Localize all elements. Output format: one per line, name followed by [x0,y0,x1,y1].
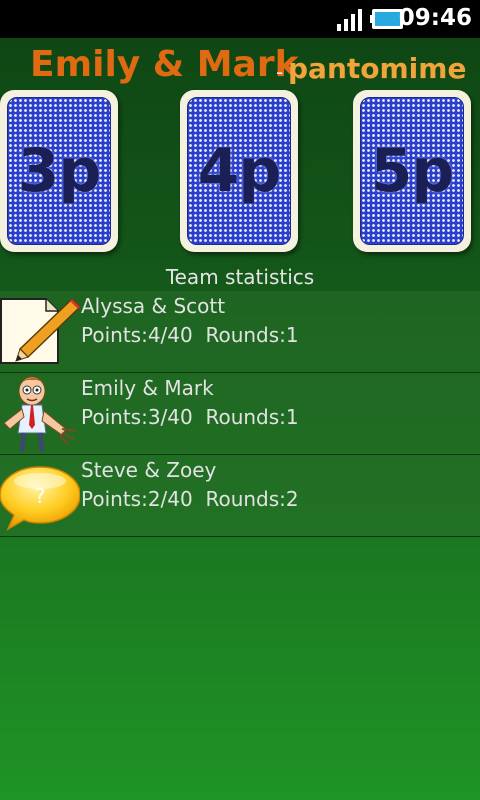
team-name: Steve & Zoey [81,458,217,482]
list-item[interactable]: Emily & Mark Points:3/40 Rounds:1 [0,373,480,455]
team-name: Alyssa & Scott [81,294,226,318]
card-5-points[interactable]: 5p [353,90,471,252]
team-name: Emily & Mark [81,376,214,400]
svg-text:?: ? [35,484,46,508]
team-stats: Points:2/40 Rounds:2 [81,487,299,511]
card-back: 3p [7,97,111,245]
signal-icon [337,9,362,31]
title-separator: - [276,60,284,84]
card-label: 4p [197,136,282,206]
list-item[interactable]: Alyssa & Scott Points:4/40 Rounds:1 [0,291,480,373]
team-statistics-title: Team statistics [165,265,315,289]
card-4-points[interactable]: 4p [180,90,298,252]
question-bubble-icon: ? [0,466,80,531]
pencil-paper-icon [0,297,80,364]
card-label: 3p [17,136,102,206]
card-back: 5p [360,97,464,245]
team-stats: Points:3/40 Rounds:1 [81,405,299,429]
current-team-title: Emily & Mark [30,44,299,85]
team-statistics-list: Alyssa & Scott Points:4/40 Rounds:1 Emil… [0,291,480,537]
card-label: 5p [370,136,455,206]
status-time: 09:46 [398,5,472,31]
list-item[interactable]: ? Steve & Zoey Points:2/40 Rounds:2 [0,455,480,537]
game-mode-title: pantomime [288,52,467,85]
status-bar: 09:46 [0,0,480,38]
team-stats: Points:4/40 Rounds:1 [81,323,299,347]
card-back: 4p [187,97,291,245]
game-header: Emily & Mark - pantomime [0,38,480,90]
mime-person-icon [3,376,77,452]
card-3-points[interactable]: 3p [0,90,118,252]
